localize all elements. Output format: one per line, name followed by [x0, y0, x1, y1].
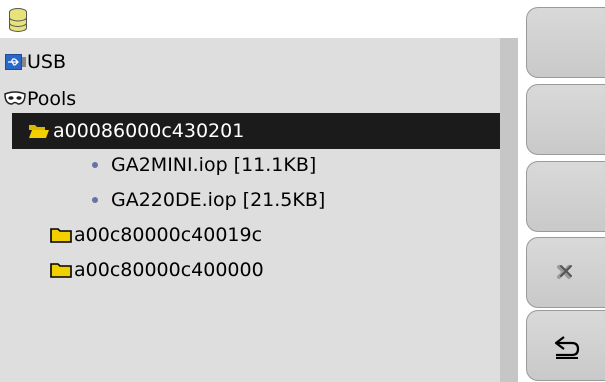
softkey-2[interactable]	[526, 84, 605, 155]
database-icon	[9, 8, 27, 32]
back-return-icon	[554, 336, 580, 359]
scrollbar[interactable]	[500, 38, 518, 382]
tree-item-label: GA2MINI.iop [11.1KB]	[111, 154, 317, 176]
folder-icon	[50, 228, 72, 243]
tree-item-folder-selected[interactable]: a00086000c430201	[12, 113, 500, 149]
folder-icon	[50, 263, 72, 278]
mask-icon	[4, 91, 26, 105]
folder-open-icon	[29, 125, 49, 138]
tree-item-label: a00c80000c400000	[74, 259, 264, 281]
tree-item-file[interactable]: GA2MINI.iop [11.1KB]	[0, 147, 500, 183]
tree-item-pools[interactable]: Pools	[0, 81, 500, 117]
tree-item-label: Pools	[27, 88, 77, 110]
softkey-bar	[518, 0, 605, 382]
bullet-icon	[92, 197, 98, 203]
tree-item-folder[interactable]: a00c80000c40019c	[0, 217, 500, 253]
softkey-cancel[interactable]	[526, 237, 605, 308]
tree-item-folder[interactable]: a00c80000c400000	[0, 252, 500, 288]
tree-item-label: USB	[27, 51, 67, 73]
usb-icon	[5, 54, 26, 70]
title-bar	[0, 0, 518, 38]
tree-item-file[interactable]: GA220DE.iop [21.5KB]	[0, 182, 500, 218]
bullet-icon	[92, 162, 98, 168]
tree-item-label: a00c80000c40019c	[74, 224, 263, 246]
softkey-back[interactable]	[526, 310, 605, 381]
tree-item-label: GA220DE.iop [21.5KB]	[111, 189, 326, 211]
tree-item-usb[interactable]: USB	[0, 44, 500, 80]
tree-item-label: a00086000c430201	[53, 120, 245, 142]
softkey-3[interactable]	[526, 161, 605, 232]
softkey-1[interactable]	[526, 7, 605, 78]
cancel-x-icon	[557, 265, 572, 279]
